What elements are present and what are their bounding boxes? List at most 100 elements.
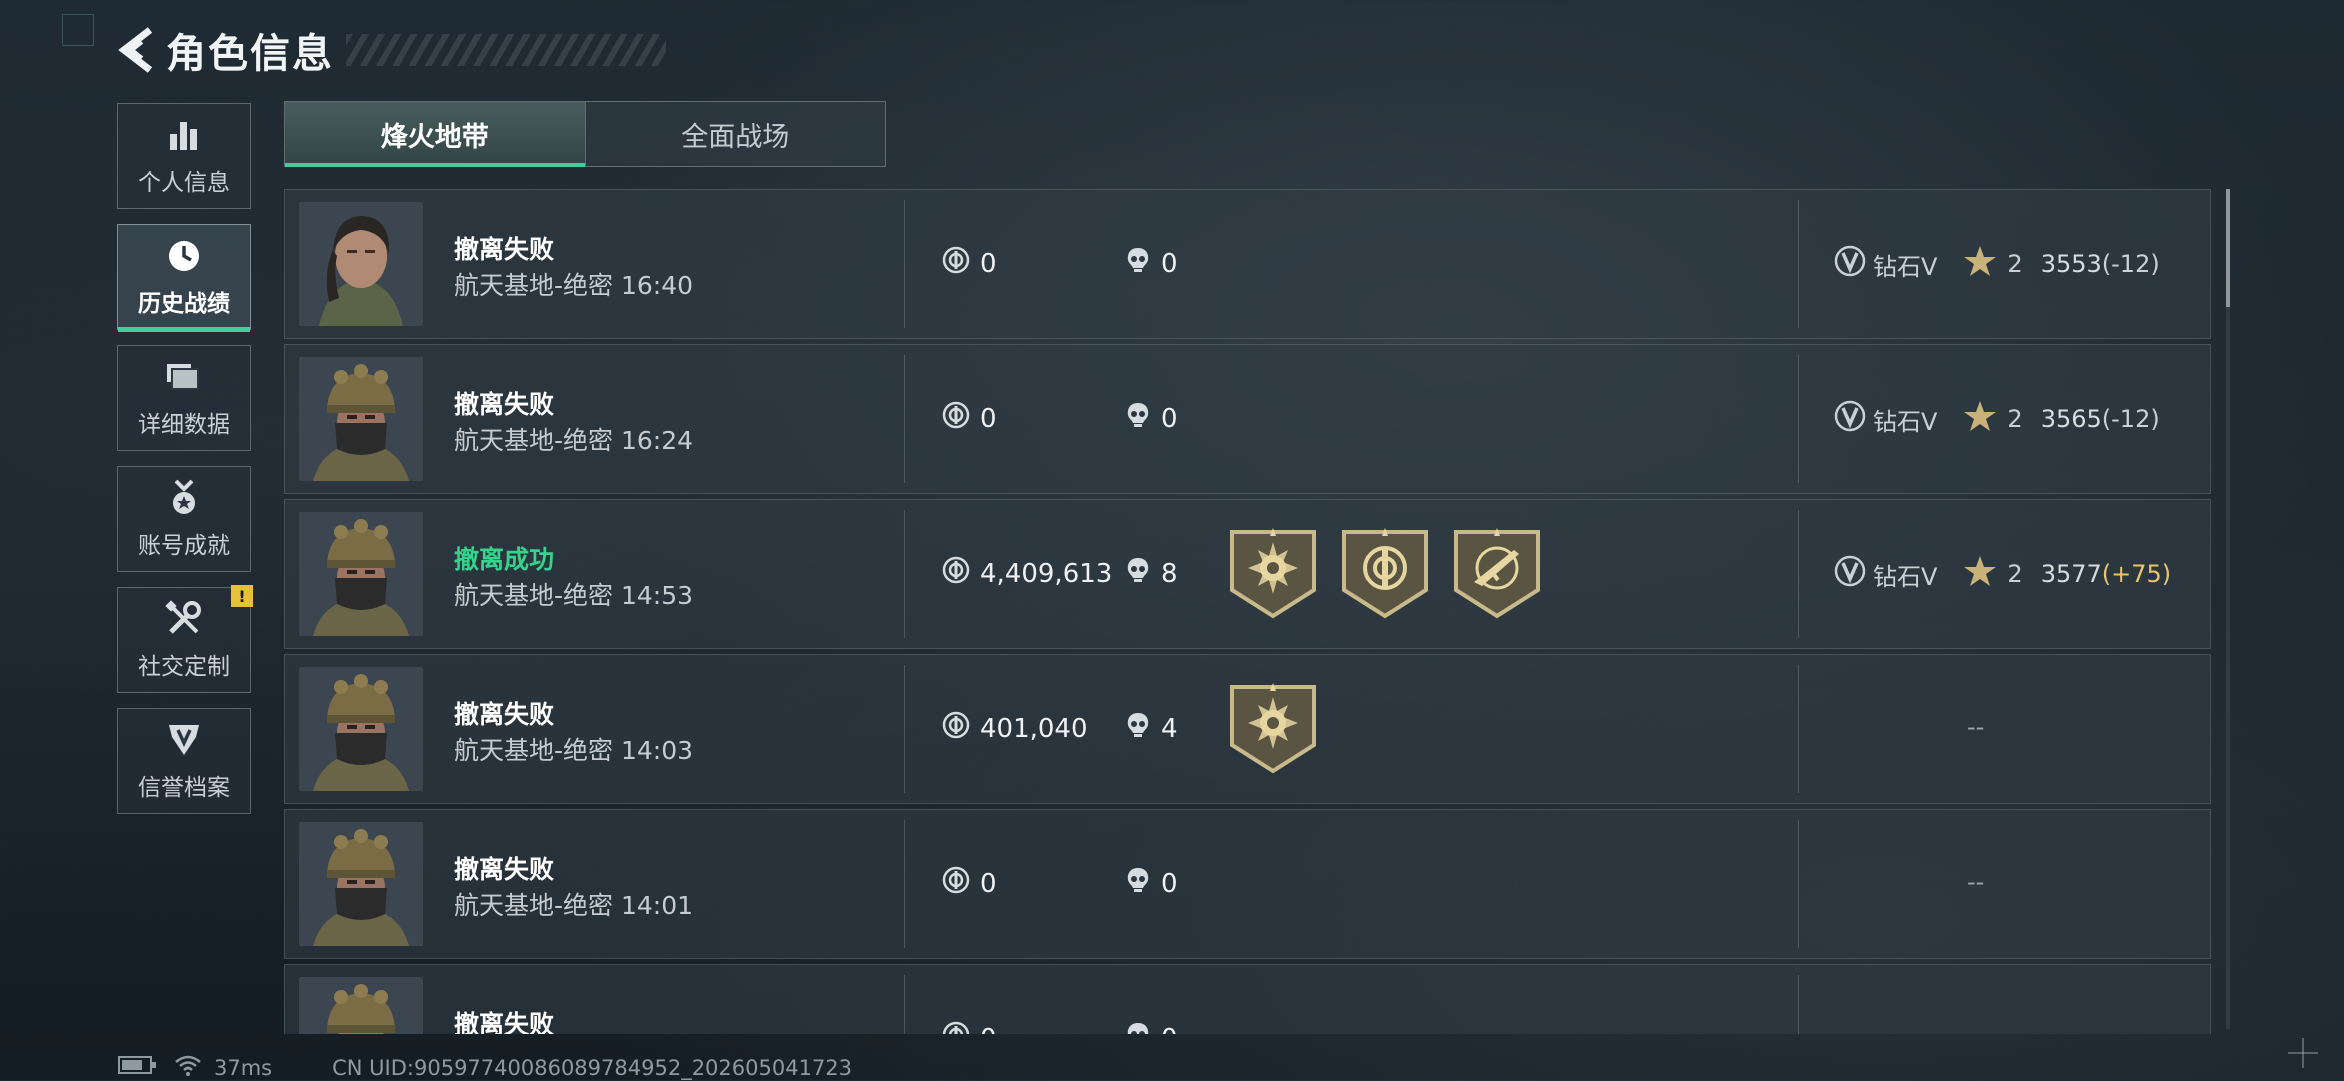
sidebar-item-achievements[interactable]: 账号成就 xyxy=(117,466,251,572)
score-delta: (+75) xyxy=(2101,560,2172,588)
money-stat: 0 xyxy=(942,401,997,436)
divider xyxy=(1798,975,1799,1034)
money-value: 0 xyxy=(980,868,997,899)
match-row[interactable]: 撤离失败 航天基地-绝密 16:40 0 0 钻石V 2 3553 (-12) xyxy=(284,189,2211,339)
rank-info: 钻石V 2 3553 (-12) xyxy=(1833,244,2160,284)
extraction-status: 撤离失败 xyxy=(454,1010,555,1034)
map-and-time: 航天基地-绝密 14:03 xyxy=(454,731,693,767)
tab-hazard-zone[interactable]: 烽火地带 xyxy=(285,102,585,167)
match-time: 16:24 xyxy=(620,426,694,455)
match-row[interactable]: 撤离失败 航天基地-绝密 14:01 0 0 -- xyxy=(284,809,2211,959)
kills-value: 0 xyxy=(1161,1024,1178,1035)
user-uid: CN UID:9059774008608978495​2_20260504172… xyxy=(332,1055,853,1080)
medal-list xyxy=(1228,683,1340,779)
divider xyxy=(904,975,905,1034)
kills-stat: 0 xyxy=(1125,401,1178,436)
rank-empty: -- xyxy=(1967,713,1985,741)
notification-badge: ! xyxy=(231,585,253,607)
match-row[interactable]: 撤离成功 航天基地-绝密 14:53 4,409,613 8 钻石V 2 3577 (+75) xyxy=(284,499,2211,649)
divider xyxy=(904,355,905,483)
money-stat: 0 xyxy=(942,866,997,901)
divider xyxy=(904,820,905,948)
match-row[interactable]: 撤离失败 航天基地-绝密 14:03 401,040 4 -- xyxy=(284,654,2211,804)
sidebar: 个人信息 历史战绩 详细数据 账号成就 社交定制 ! 信誉档案 xyxy=(117,103,255,829)
sidebar-item-reputation[interactable]: 信誉档案 xyxy=(117,708,251,814)
star-icon xyxy=(1963,400,1997,438)
title-decoration xyxy=(346,34,666,66)
money-stat: 401,040 xyxy=(942,711,1088,746)
sunburst-medal-icon[interactable] xyxy=(1228,683,1340,779)
match-row[interactable]: 撤离失败航天基地-绝密 16:24 0 0 钻石V 2 3565 (-12) xyxy=(284,344,2211,494)
scrollbar-thumb[interactable] xyxy=(2226,189,2230,307)
map-name: 航天基地-绝密 xyxy=(454,426,614,455)
rank-name: 钻石V xyxy=(1873,252,1938,281)
player-avatar xyxy=(299,977,423,1034)
skull-icon xyxy=(1125,556,1161,591)
coin-icon xyxy=(942,711,980,746)
kills-stat: 4 xyxy=(1125,711,1178,746)
match-time: 14:03 xyxy=(620,736,694,765)
corner-decoration xyxy=(62,14,94,46)
map-and-time: 航天基地-绝密 16:40 xyxy=(454,266,693,302)
sidebar-item-label: 账号成就 xyxy=(138,533,230,559)
player-avatar xyxy=(299,357,423,481)
sidebar-item-social[interactable]: 社交定制 ! xyxy=(117,585,253,693)
wifi-icon xyxy=(174,1054,202,1081)
tab-full-battlefield[interactable]: 全面战场 xyxy=(584,102,886,166)
coin-icon xyxy=(942,556,980,591)
extraction-status: 撤离失败 xyxy=(454,390,555,419)
money-value: 4,409,613 xyxy=(980,558,1113,589)
divider xyxy=(1798,510,1799,638)
status-bar: 37ms CN UID:9059774008608978495​2_202605… xyxy=(118,1054,852,1081)
sidebar-item-details[interactable]: 详细数据 xyxy=(117,345,251,451)
kills-stat: 8 xyxy=(1125,556,1178,591)
skull-icon xyxy=(1125,246,1161,281)
money-stat: 0 xyxy=(942,1021,997,1034)
skull-icon xyxy=(1125,711,1161,746)
kills-value: 0 xyxy=(1161,868,1178,899)
wrench-tools-icon xyxy=(164,599,204,639)
rank-name: 钻石V xyxy=(1873,407,1938,436)
coin-icon xyxy=(942,866,980,901)
back-arrow-icon[interactable] xyxy=(116,24,160,76)
rank-v-icon xyxy=(1833,554,1867,594)
divider xyxy=(1798,355,1799,483)
player-avatar xyxy=(299,822,423,946)
rank-v-icon xyxy=(1833,399,1867,439)
sidebar-item-label: 社交定制 xyxy=(138,654,230,680)
rank-name: 钻石V xyxy=(1873,562,1938,591)
rifle-medal-icon[interactable] xyxy=(1452,528,1564,624)
map-name: 航天基地-绝密 xyxy=(454,271,614,300)
rank-v-icon xyxy=(1833,244,1867,284)
money-stat: 0 xyxy=(942,246,997,281)
extraction-status: 撤离失败 xyxy=(454,700,555,729)
sunburst-medal-icon[interactable] xyxy=(1228,528,1340,624)
mode-tabs: 烽火地带 全面战场 xyxy=(284,101,886,167)
kills-stat: 0 xyxy=(1125,246,1178,281)
battery-icon xyxy=(118,1055,158,1080)
star-icon xyxy=(1963,245,1997,283)
money-value: 0 xyxy=(980,248,997,279)
kills-value: 0 xyxy=(1161,403,1178,434)
extraction-status: 撤离失败 xyxy=(454,855,555,884)
coin-icon xyxy=(942,246,980,281)
sidebar-item-history[interactable]: 历史战绩 xyxy=(117,224,251,332)
player-avatar xyxy=(299,667,423,791)
divider xyxy=(904,665,905,793)
skull-icon xyxy=(1125,1021,1161,1034)
player-avatar xyxy=(299,512,423,636)
rank-info: 钻石V 2 3565 (-12) xyxy=(1833,399,2160,439)
coin-medal-icon[interactable] xyxy=(1340,528,1452,624)
map-name: 航天基地-绝密 xyxy=(454,736,614,765)
match-row[interactable]: 撤离失败 0 0 xyxy=(284,964,2211,1034)
page-header: 角色信息 xyxy=(116,22,666,78)
star-count: 2 xyxy=(2007,250,2023,278)
sidebar-item-label: 历史战绩 xyxy=(138,291,230,317)
skull-icon xyxy=(1125,866,1161,901)
map-name: 航天基地-绝密 xyxy=(454,891,614,920)
rank-info: 钻石V 2 3577 (+75) xyxy=(1833,554,2171,594)
scrollbar-track[interactable] xyxy=(2226,189,2230,1029)
sidebar-item-profile[interactable]: 个人信息 xyxy=(117,103,251,209)
extraction-status: 撤离失败 xyxy=(454,235,555,264)
clock-history-icon xyxy=(164,236,204,276)
